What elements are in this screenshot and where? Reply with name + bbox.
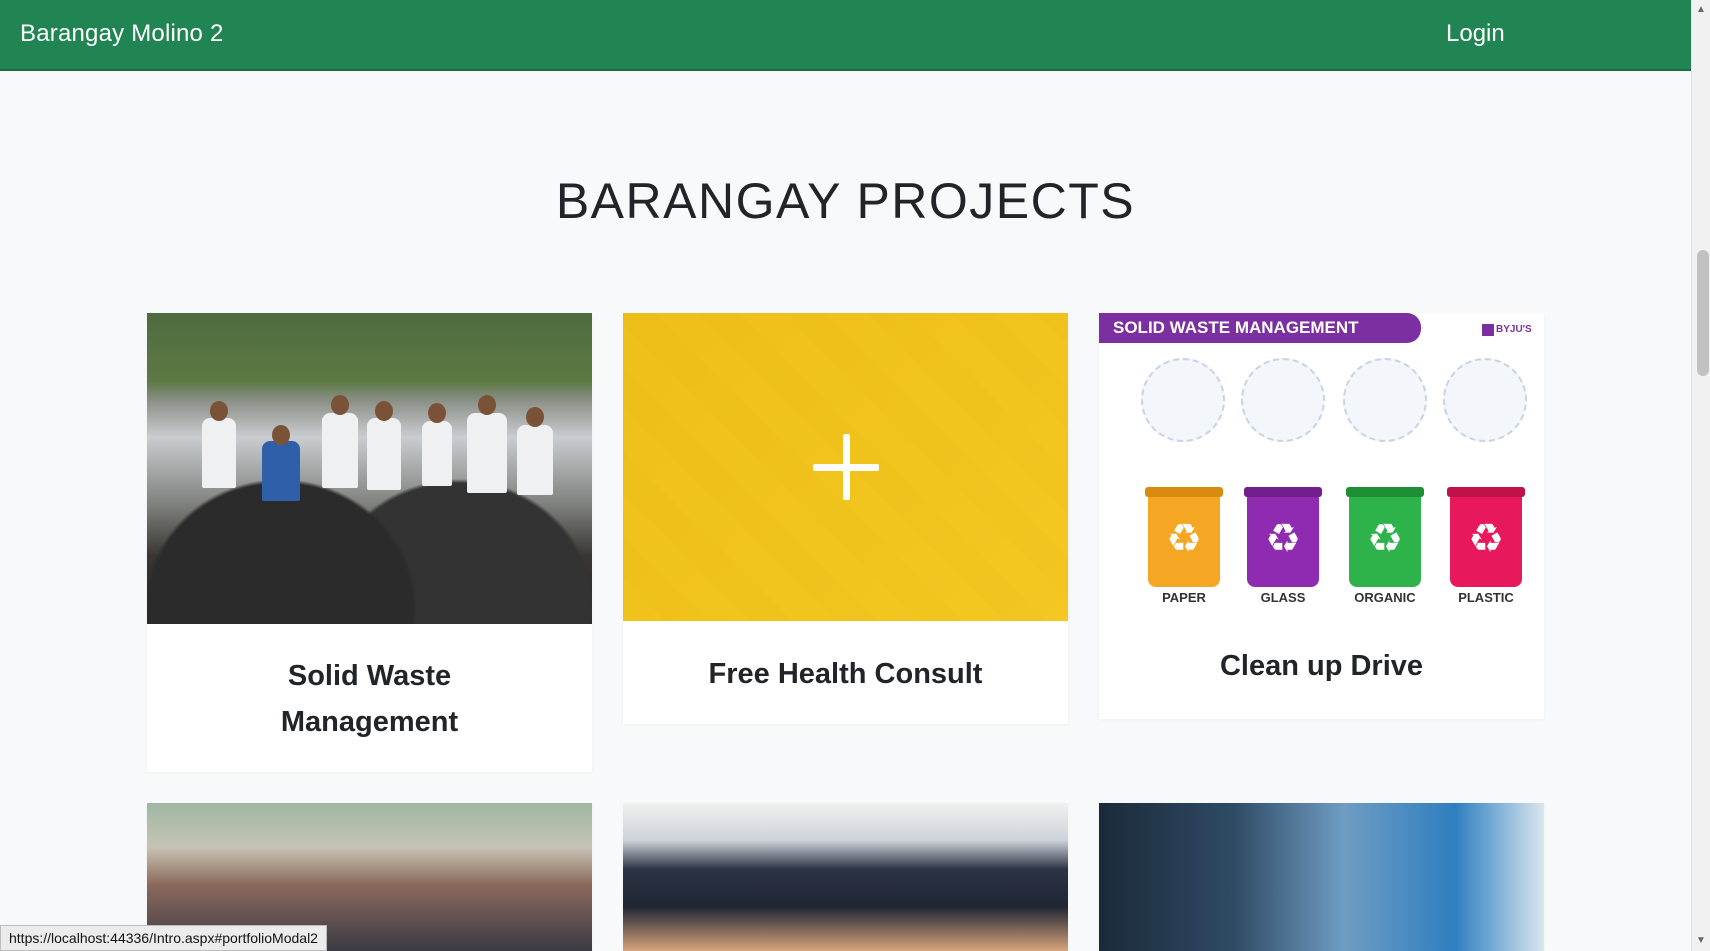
scroll-down-icon[interactable]: ▼ <box>1693 933 1709 949</box>
police-salute-photo <box>623 803 1068 951</box>
card-caption-solid-waste: Solid Waste Management <box>280 660 459 738</box>
glass-bin: ♻ <box>1244 487 1322 587</box>
paper-bin: ♻ <box>1145 487 1223 587</box>
plus-icon <box>812 434 879 500</box>
scrollbar[interactable] <box>1691 0 1710 951</box>
card-caption-clean-up-drive: Clean up Drive <box>1219 650 1424 682</box>
bin-label: GLASS <box>1260 590 1306 605</box>
project-card-6[interactable] <box>1099 803 1544 951</box>
section-title: BARANGAY PROJECTS <box>555 173 1136 229</box>
solid-waste-infographic: SOLID WASTE MANAGEMENT BYJU'S ♻ ♻ ♻ ♻ PA… <box>1099 313 1544 613</box>
link-status-bar: https://localhost:44336/Intro.aspx#portf… <box>0 925 327 951</box>
recycle-icon: ♻ <box>1468 517 1504 561</box>
scroll-up-icon[interactable]: ▲ <box>1693 2 1709 18</box>
recycle-icon: ♻ <box>1265 517 1301 561</box>
cleanup-volunteers-photo <box>147 313 592 624</box>
navbar: Barangay Molino 2 Login <box>0 0 1691 71</box>
login-link[interactable]: Login <box>1446 20 1505 48</box>
scrollbar-thumb[interactable] <box>1697 250 1709 376</box>
infographic-banner: SOLID WASTE MANAGEMENT <box>1099 313 1421 343</box>
project-card-clean-up-drive[interactable]: SOLID WASTE MANAGEMENT BYJU'S ♻ ♻ ♻ ♻ PA… <box>1099 313 1544 719</box>
plastic-icon <box>1443 358 1527 442</box>
recycle-icon: ♻ <box>1166 517 1202 561</box>
bin-label: ORGANIC <box>1354 590 1416 605</box>
plastic-bin: ♻ <box>1447 487 1525 587</box>
project-card-health-consult[interactable]: Free Health Consult <box>623 313 1068 724</box>
brand-link[interactable]: Barangay Molino 2 <box>20 20 224 48</box>
bin-label: PLASTIC <box>1458 590 1514 605</box>
child-medical-photo <box>1099 803 1544 951</box>
project-card-5[interactable] <box>623 803 1068 951</box>
organic-icon <box>1343 358 1427 442</box>
bin-label: PAPER <box>1162 590 1206 605</box>
recycle-icon: ♻ <box>1367 517 1403 561</box>
glass-icon <box>1241 358 1325 442</box>
health-consult-photo <box>623 313 1068 621</box>
project-card-solid-waste[interactable]: Solid Waste Management <box>147 313 592 772</box>
paper-icon <box>1141 358 1225 442</box>
byjus-logo: BYJU'S <box>1482 321 1538 336</box>
organic-bin: ♻ <box>1346 487 1424 587</box>
card-caption-health-consult: Free Health Consult <box>708 658 983 690</box>
